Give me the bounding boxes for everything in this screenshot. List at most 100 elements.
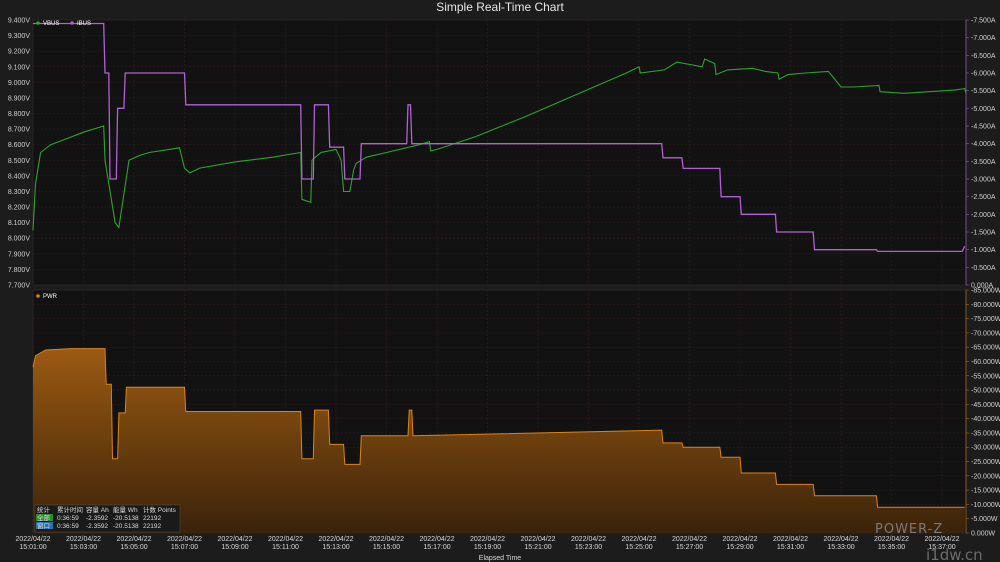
stats-cell: -2.3592 — [86, 515, 108, 522]
chart-canvas: Simple Real-Time Chart 9.400V 9.300V 9.200… — [8, 0, 1000, 562]
stats-cell: 22192 — [143, 523, 161, 530]
x-tick-label-time: 15:19:00 — [474, 544, 501, 551]
legend-vbus-marker — [36, 21, 40, 25]
y-tick-label-left: 7.700V — [8, 283, 31, 290]
x-tick-label-time: 15:03:00 — [70, 544, 97, 551]
y-tick-label-left: 8.300V — [8, 189, 31, 196]
y-tick-label-power: -10.000W — [971, 502, 1000, 509]
y-tick-label-power: -60.000W — [971, 359, 1000, 366]
x-tick-label-date: 2022/04/22 — [369, 536, 404, 543]
x-tick-label-time: 15:27:00 — [676, 544, 703, 551]
y-tick-label-left: 9.200V — [8, 49, 31, 56]
y-tick-label-right: -6.000A — [971, 71, 996, 78]
stats-cell: -20.5138 — [113, 515, 139, 522]
y-tick-label-left: 7.900V — [8, 251, 31, 258]
legend-vbus-label: VBUS — [43, 21, 59, 27]
y-tick-label-power: -75.000W — [971, 316, 1000, 323]
y-tick-label-power: -20.000W — [971, 473, 1000, 480]
bottom-plot: -85.000W -80.000W -75.000W -70.000W -65.000W… — [32, 288, 1000, 538]
x-tick-label-time: 15:01:00 — [19, 544, 46, 551]
y-tick-label-right: -2.000A — [971, 212, 996, 219]
legend-pwr-label: PWR — [43, 294, 58, 300]
x-tick-label-date: 2022/04/22 — [116, 536, 151, 543]
legend-ibus-label: IBUS — [77, 21, 91, 27]
y-tick-label-power: -45.000W — [971, 402, 1000, 409]
y-tick-label-right: -7.500A — [971, 18, 996, 25]
x-tick-label-time: 15:23:00 — [575, 544, 602, 551]
legend-ibus-marker — [70, 21, 74, 25]
y-tick-label-power: -55.000W — [971, 373, 1000, 380]
x-tick-label-date: 2022/04/22 — [15, 536, 50, 543]
x-tick-label-date: 2022/04/22 — [722, 536, 757, 543]
x-tick-label-date: 2022/04/22 — [470, 536, 505, 543]
chart-title: Simple Real-Time Chart — [436, 0, 564, 14]
x-tick-label-date: 2022/04/22 — [621, 536, 656, 543]
y-tick-label-right: -6.500A — [971, 53, 996, 60]
y-tick-label-right: -1.500A — [971, 230, 996, 237]
x-tick-label-date: 2022/04/22 — [924, 536, 959, 543]
y-tick-label-left: 8.500V — [8, 158, 31, 165]
y-tick-label-right: -4.500A — [971, 124, 996, 131]
y-tick-label-left: 8.600V — [8, 142, 31, 149]
x-tick-label-time: 15:35:00 — [878, 544, 905, 551]
y-tick-label-power: -65.000W — [971, 345, 1000, 352]
x-axis-label: Elapsed Time — [479, 555, 522, 562]
stats-cell: 0:36:59 — [57, 515, 79, 522]
y-tick-label-right: -7.000A — [971, 35, 996, 42]
x-tick-label-date: 2022/04/22 — [874, 536, 909, 543]
x-tick-label-time: 15:29:00 — [726, 544, 753, 551]
y-tick-label-left: 8.700V — [8, 127, 31, 134]
x-tick-label-time: 15:07:00 — [171, 544, 198, 551]
x-tick-label-time: 15:05:00 — [120, 544, 147, 551]
stats-cell: 0:36:59 — [57, 523, 79, 530]
y-tick-label-left: 9.300V — [8, 33, 31, 40]
x-tick-label-time: 15:25:00 — [625, 544, 652, 551]
x-tick-label-date: 2022/04/22 — [672, 536, 707, 543]
x-axis: 2022/04/2215:01:002022/04/2215:03:002022… — [15, 536, 959, 551]
stats-cell: 窗口 — [37, 521, 50, 530]
legend-pwr-marker — [36, 294, 40, 298]
y-tick-label-power: -80.000W — [971, 302, 1000, 309]
y-tick-label-left: 9.000V — [8, 80, 31, 87]
y-tick-label-left: 8.100V — [8, 220, 31, 227]
y-tick-label-left: 8.000V — [8, 236, 31, 243]
y-tick-label-right: -2.500A — [971, 194, 996, 201]
y-tick-label-power: -30.000W — [971, 445, 1000, 452]
y-tick-label-right: -1.000A — [971, 247, 996, 254]
stats-cell: 全部 — [37, 513, 51, 522]
y-tick-label-right: -5.000A — [971, 106, 996, 113]
x-tick-label-date: 2022/04/22 — [167, 536, 202, 543]
x-tick-label-time: 15:13:00 — [322, 544, 349, 551]
y-tick-label-power: -35.000W — [971, 430, 1000, 437]
chart-stage: Simple Real-Time Chart 9.400V 9.300V 9.200… — [0, 0, 1000, 562]
stats-header-cell: 能量 Wh — [113, 505, 138, 514]
y-tick-label-power: -40.000W — [971, 416, 1000, 423]
y-tick-label-power: -5.000W — [971, 516, 998, 523]
x-tick-label-time: 15:17:00 — [423, 544, 450, 551]
y-tick-label-power: -70.000W — [971, 330, 1000, 337]
x-tick-label-date: 2022/04/22 — [823, 536, 858, 543]
y-tick-label-left: 9.400V — [8, 18, 31, 25]
y-tick-label-left: 8.900V — [8, 95, 31, 102]
corner-watermark: i1dw.cn — [926, 546, 983, 562]
y-tick-label-right: -3.000A — [971, 177, 996, 184]
y-tick-label-power: -25.000W — [971, 459, 1000, 466]
stats-header-cell: 容量 Ah — [86, 505, 109, 514]
x-tick-label-time: 15:15:00 — [373, 544, 400, 551]
x-tick-label-date: 2022/04/22 — [773, 536, 808, 543]
y-tick-label-power: -15.000W — [971, 488, 1000, 495]
y-tick-label-right: -4.000A — [971, 141, 996, 148]
y-tick-label-power: -50.000W — [971, 388, 1000, 395]
x-tick-label-time: 15:11:00 — [272, 544, 299, 551]
stats-header-cell: 计数 Points — [143, 505, 177, 514]
x-tick-label-time: 15:09:00 — [221, 544, 248, 551]
x-tick-label-time: 15:21:00 — [524, 544, 551, 551]
watermark-logo: POWER-Z — [875, 522, 943, 537]
x-tick-label-date: 2022/04/22 — [571, 536, 606, 543]
x-tick-label-date: 2022/04/22 — [419, 536, 454, 543]
y-tick-label-power: 0.000W — [971, 531, 996, 538]
stats-table: 统计 累计时间 容量 Ah 能量 Wh 计数 Points 全部 0:36:59 -2.359… — [34, 504, 181, 533]
x-tick-label-time: 15:33:00 — [827, 544, 854, 551]
x-tick-label-date: 2022/04/22 — [66, 536, 101, 543]
y-tick-label-left: 9.100V — [8, 64, 31, 71]
